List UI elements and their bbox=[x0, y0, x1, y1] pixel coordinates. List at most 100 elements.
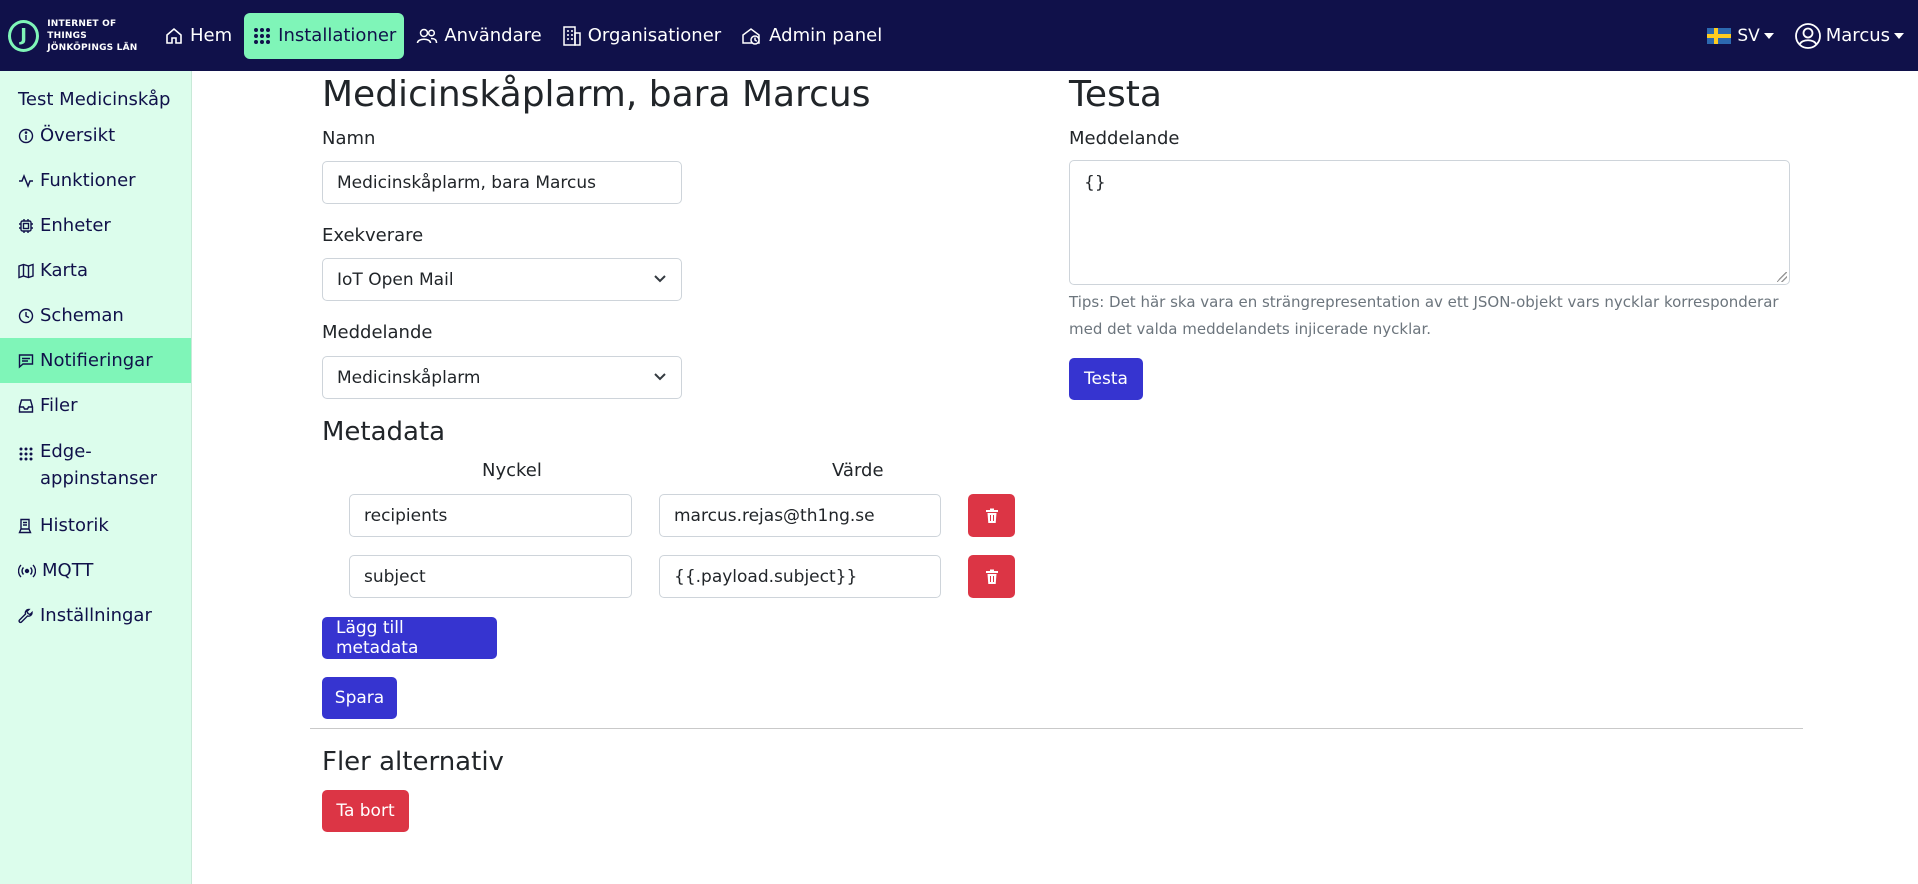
sidebar-item-funktioner[interactable]: Funktioner bbox=[0, 158, 191, 203]
more-options-title: Fler alternativ bbox=[322, 747, 504, 777]
apps-icon bbox=[19, 447, 33, 461]
map-icon bbox=[18, 263, 34, 278]
nav-label: Admin panel bbox=[769, 25, 883, 46]
nav-item-installationer[interactable]: Installationer bbox=[244, 12, 405, 59]
message-select[interactable]: Medicinskåplarm bbox=[322, 356, 682, 399]
user-menu[interactable]: Marcus bbox=[1794, 22, 1904, 50]
info-icon bbox=[18, 128, 34, 143]
sidebar-item-oversikt[interactable]: Översikt bbox=[0, 113, 191, 158]
brand-logo[interactable]: J INTERNET OF THINGS JÖNKÖPINGS LÄN bbox=[8, 18, 156, 54]
sidebar-item-label: Filer bbox=[40, 395, 78, 416]
sidebar-item-label: Översikt bbox=[40, 125, 116, 146]
name-field-value: Medicinskåplarm, bara Marcus bbox=[337, 172, 596, 193]
metadata-key-value: subject bbox=[364, 566, 426, 587]
sidebar-item-label: Notifieringar bbox=[40, 350, 153, 371]
brand-line1: INTERNET OF THINGS bbox=[47, 18, 117, 41]
sidebar-item-label: Karta bbox=[40, 260, 89, 281]
clock-icon bbox=[18, 308, 34, 323]
test-message-textarea[interactable]: {} bbox=[1069, 160, 1790, 285]
sidebar-item-label: Inställningar bbox=[40, 605, 152, 626]
executor-label: Exekverare bbox=[322, 225, 424, 246]
chevron-down-icon bbox=[654, 373, 666, 381]
users-icon bbox=[417, 28, 438, 43]
swedish-flag-icon bbox=[1707, 27, 1732, 44]
resize-handle-icon[interactable] bbox=[1777, 272, 1787, 282]
delete-metadata-button[interactable] bbox=[968, 555, 1015, 598]
sidebar-title: Test Medicinskåp bbox=[18, 89, 171, 110]
nav-item-organisationer[interactable]: Organisationer bbox=[554, 13, 729, 59]
key-column-header: Nyckel bbox=[482, 460, 542, 481]
chevron-down-icon bbox=[1763, 32, 1774, 39]
section-divider bbox=[310, 728, 1803, 729]
home-icon bbox=[166, 27, 182, 44]
user-name: Marcus bbox=[1825, 25, 1890, 46]
add-metadata-button[interactable]: Lägg till metadata bbox=[322, 617, 497, 659]
sidebar-item-notifieringar[interactable]: Notifieringar bbox=[0, 338, 191, 383]
nav-item-hem[interactable]: Hem bbox=[156, 13, 240, 59]
sidebar-item-scheman[interactable]: Scheman bbox=[0, 293, 191, 338]
history-icon bbox=[18, 518, 32, 533]
metadata-value-value: marcus.rejas@th1ng.se bbox=[674, 505, 875, 526]
save-button[interactable]: Spara bbox=[322, 677, 397, 719]
nav-label: Hem bbox=[190, 25, 233, 46]
executor-select[interactable]: IoT Open Mail bbox=[322, 258, 682, 301]
sidebar-item-label: MQTT bbox=[42, 560, 94, 581]
chevron-down-icon bbox=[1894, 32, 1904, 39]
sidebar-item-filer[interactable]: Filer bbox=[0, 383, 191, 428]
brand-line2: JÖNKÖPINGS LÄN bbox=[47, 42, 138, 53]
nav-label: Installationer bbox=[278, 25, 397, 46]
test-message-value: {} bbox=[1084, 173, 1106, 193]
language-dropdown[interactable]: SV bbox=[1707, 25, 1774, 46]
trash-icon bbox=[985, 508, 998, 523]
nav-item-anvandare[interactable]: Användare bbox=[408, 13, 549, 59]
metadata-value-input[interactable]: marcus.rejas@th1ng.se bbox=[659, 494, 941, 537]
sidebar-item-edge-appinstanser[interactable]: Edge- appinstanser bbox=[0, 428, 191, 498]
test-message-label: Meddelande bbox=[1069, 128, 1180, 149]
logo-icon: J bbox=[8, 19, 40, 52]
sidebar-item-historik[interactable]: Historik bbox=[0, 503, 191, 548]
wrench-icon bbox=[18, 608, 33, 623]
test-button[interactable]: Testa bbox=[1069, 358, 1143, 400]
test-tips-text: Tips: Det här ska vara en strängrepresen… bbox=[1069, 293, 1779, 338]
broadcast-icon bbox=[18, 564, 36, 577]
sidebar-item-label: Scheman bbox=[40, 305, 124, 326]
nav-item-admin-panel[interactable]: Admin panel bbox=[733, 13, 890, 59]
user-circle-icon bbox=[1794, 22, 1821, 49]
delete-button[interactable]: Ta bort bbox=[322, 790, 409, 832]
metadata-key-value: recipients bbox=[364, 505, 448, 526]
building-icon bbox=[562, 25, 581, 46]
page-title: Medicinskåplarm, bara Marcus bbox=[322, 74, 871, 115]
name-label: Namn bbox=[322, 128, 376, 149]
executor-select-value: IoT Open Mail bbox=[337, 269, 454, 290]
delete-metadata-button[interactable] bbox=[968, 494, 1015, 537]
nav-label: Användare bbox=[444, 25, 542, 46]
chevron-down-icon bbox=[654, 275, 666, 283]
sidebar-item-label: Enheter bbox=[40, 215, 111, 236]
sidebar-item-karta[interactable]: Karta bbox=[0, 248, 191, 293]
metadata-key-input[interactable]: recipients bbox=[349, 494, 632, 537]
metadata-key-input[interactable]: subject bbox=[349, 555, 632, 598]
language-label: SV bbox=[1737, 25, 1760, 46]
sidebar-item-label: Funktioner bbox=[40, 170, 136, 191]
sidebar-item-label: Edge- bbox=[40, 441, 92, 462]
admin-icon bbox=[742, 27, 760, 45]
metadata-value-input[interactable]: {{.payload.subject}} bbox=[659, 555, 941, 598]
nav-label: Organisationer bbox=[587, 25, 722, 46]
cpu-icon bbox=[19, 218, 33, 233]
grid-icon bbox=[254, 27, 271, 44]
sidebar-item-installningar[interactable]: Inställningar bbox=[0, 593, 191, 638]
metadata-value-value: {{.payload.subject}} bbox=[674, 566, 858, 587]
inbox-icon bbox=[18, 398, 34, 413]
sidebar-item-label: appinstanser bbox=[40, 468, 158, 489]
message-select-value: Medicinskåplarm bbox=[337, 367, 481, 388]
sidebar-item-enheter[interactable]: Enheter bbox=[0, 203, 191, 248]
sidebar-item-mqtt[interactable]: MQTT bbox=[0, 548, 191, 593]
activity-icon bbox=[19, 173, 33, 188]
name-field[interactable]: Medicinskåplarm, bara Marcus bbox=[322, 161, 682, 204]
trash-icon bbox=[985, 569, 998, 584]
test-title: Testa bbox=[1069, 74, 1162, 115]
chat-icon bbox=[18, 353, 34, 369]
sidebar: Test Medicinskåp Översikt Funktioner Enh… bbox=[0, 71, 192, 884]
message-label: Meddelande bbox=[322, 322, 433, 343]
metadata-title: Metadata bbox=[322, 417, 446, 447]
